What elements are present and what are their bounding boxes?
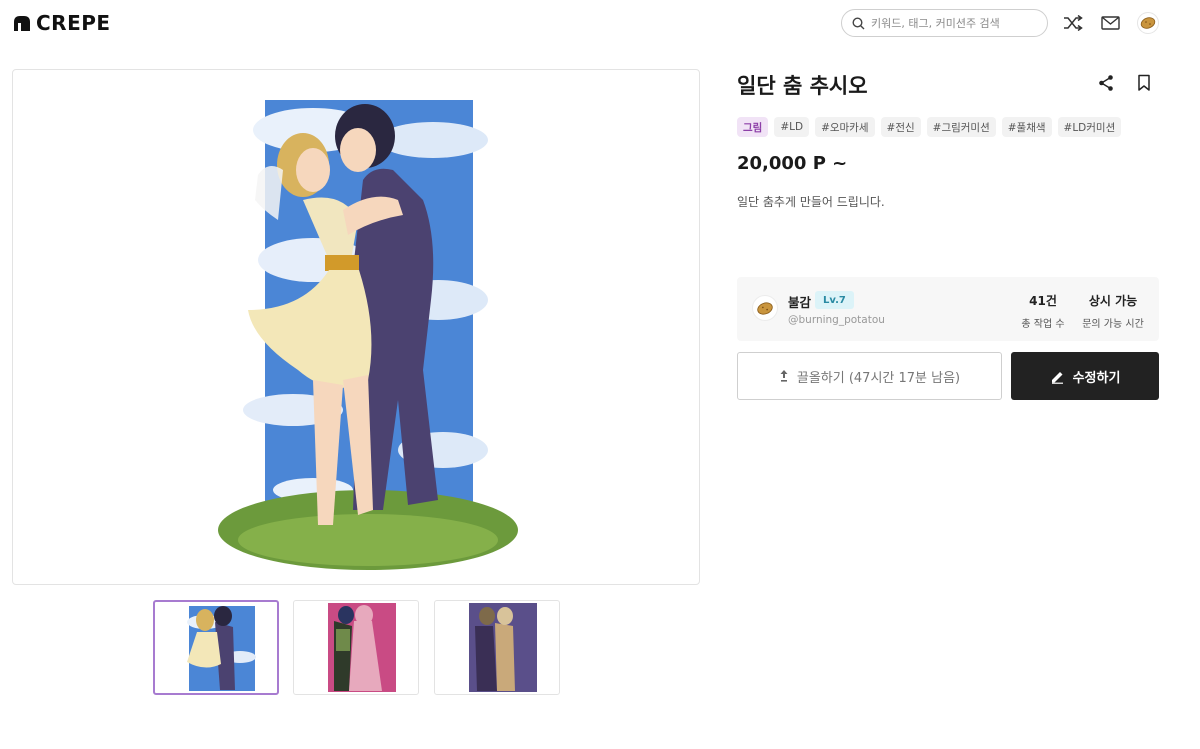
price: 20,000 P ~: [737, 153, 848, 174]
bump-button[interactable]: 끌올하기 (47시간 17분 남음): [737, 352, 1002, 400]
thumbnail-image: [469, 603, 537, 692]
stat-value: 상시 가능: [1088, 294, 1138, 308]
bump-up-icon: [780, 370, 788, 382]
search-icon: [852, 16, 865, 29]
logo-icon: [14, 16, 30, 31]
page-title: 일단 춤 추시오: [737, 74, 868, 98]
crepe-logo[interactable]: CREPE: [12, 11, 111, 35]
search-bar[interactable]: [841, 9, 1048, 37]
stat-label: 총 작업 수: [1021, 319, 1065, 330]
top-header: CREPE: [0, 0, 1200, 46]
tag-item[interactable]: #전신: [880, 117, 921, 137]
logo-text: CREPE: [36, 11, 111, 35]
mail-icon[interactable]: [1100, 13, 1120, 33]
artist-avatar[interactable]: [752, 295, 778, 321]
artist-name[interactable]: 불감: [788, 292, 811, 311]
search-input[interactable]: [871, 16, 1031, 30]
artist-card: 불감 Lv.7 @burning_potatou 41건 총 작업 수 상시 가…: [737, 277, 1159, 341]
thumbnail-image: [187, 606, 256, 691]
tag-item[interactable]: #풀채색: [1001, 117, 1052, 137]
artist-handle: @burning_potatou: [788, 314, 885, 326]
stat-total-works: 41건 총 작업 수: [1020, 292, 1066, 330]
stat-label: 문의 가능 시간: [1082, 319, 1144, 330]
shuffle-icon[interactable]: [1063, 13, 1083, 33]
tag-item[interactable]: #LD커미션: [1057, 117, 1122, 137]
share-icon[interactable]: [1097, 74, 1115, 96]
thumbnail-image: [328, 603, 396, 692]
bookmark-icon[interactable]: [1136, 74, 1152, 96]
edit-button-label: 수정하기: [1072, 370, 1121, 386]
thumbnail-3[interactable]: [434, 600, 560, 695]
pencil-icon: [1051, 371, 1063, 384]
main-artwork-image[interactable]: [12, 69, 700, 585]
stat-value: 41건: [1029, 294, 1057, 308]
tag-list: 그림 #LD #오마카세 #전신 #그림커미션 #풀채색 #LD커미션: [737, 117, 1122, 137]
potato-icon: [1140, 17, 1156, 29]
thumbnail-2[interactable]: [293, 600, 419, 695]
artwork-illustration: [218, 100, 518, 570]
bump-button-label: 끌올하기 (47시간 17분 남음): [796, 370, 961, 386]
description: 일단 춤추게 만들어 드립니다.: [737, 195, 885, 209]
stat-inquiry-time: 상시 가능 문의 가능 시간: [1078, 292, 1148, 330]
level-badge: Lv.7: [815, 291, 854, 309]
edit-button[interactable]: 수정하기: [1011, 352, 1159, 400]
thumbnail-1[interactable]: [153, 600, 279, 695]
tag-category[interactable]: 그림: [737, 117, 769, 137]
tag-item[interactable]: #오마카세: [815, 117, 875, 137]
potato-icon: [757, 301, 773, 315]
profile-avatar[interactable]: [1137, 12, 1159, 34]
tag-item[interactable]: #LD: [774, 117, 810, 137]
tag-item[interactable]: #그림커미션: [926, 117, 996, 137]
